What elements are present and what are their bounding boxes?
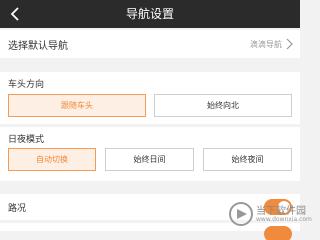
default-nav-value: 滴滴导航	[250, 40, 282, 49]
auto-switch-button[interactable]: 自动切换	[8, 148, 96, 171]
default-nav-label: 选择默认导航	[8, 41, 68, 52]
always-day-button[interactable]: 始终日间	[105, 148, 194, 171]
top-bar: 导航设置	[0, 0, 300, 28]
chevron-right-icon	[286, 38, 293, 50]
watermark-text: 当下软件园	[256, 206, 306, 217]
next-toggle[interactable]	[264, 226, 292, 240]
traffic-label: 路况	[8, 204, 27, 214]
day-night-section: 日夜模式 自动切换 始终日间 始终夜间	[0, 127, 300, 181]
direction-title: 车头方向	[8, 80, 45, 90]
north-up-button[interactable]: 始终向北	[154, 94, 292, 117]
watermark-logo-icon	[229, 202, 253, 226]
direction-section: 车头方向 跟随车头 始终向北	[0, 72, 300, 124]
day-night-title: 日夜模式	[8, 135, 45, 145]
follow-heading-button[interactable]: 跟随车头	[8, 94, 146, 117]
always-night-button[interactable]: 始终夜间	[203, 148, 292, 171]
default-nav-row[interactable]: 选择默认导航 滴滴导航	[0, 30, 300, 58]
watermark: 当下软件园 www.downxia.com	[228, 200, 312, 228]
page-title: 导航设置	[125, 7, 174, 21]
watermark-url: www.downxia.com	[256, 216, 312, 223]
